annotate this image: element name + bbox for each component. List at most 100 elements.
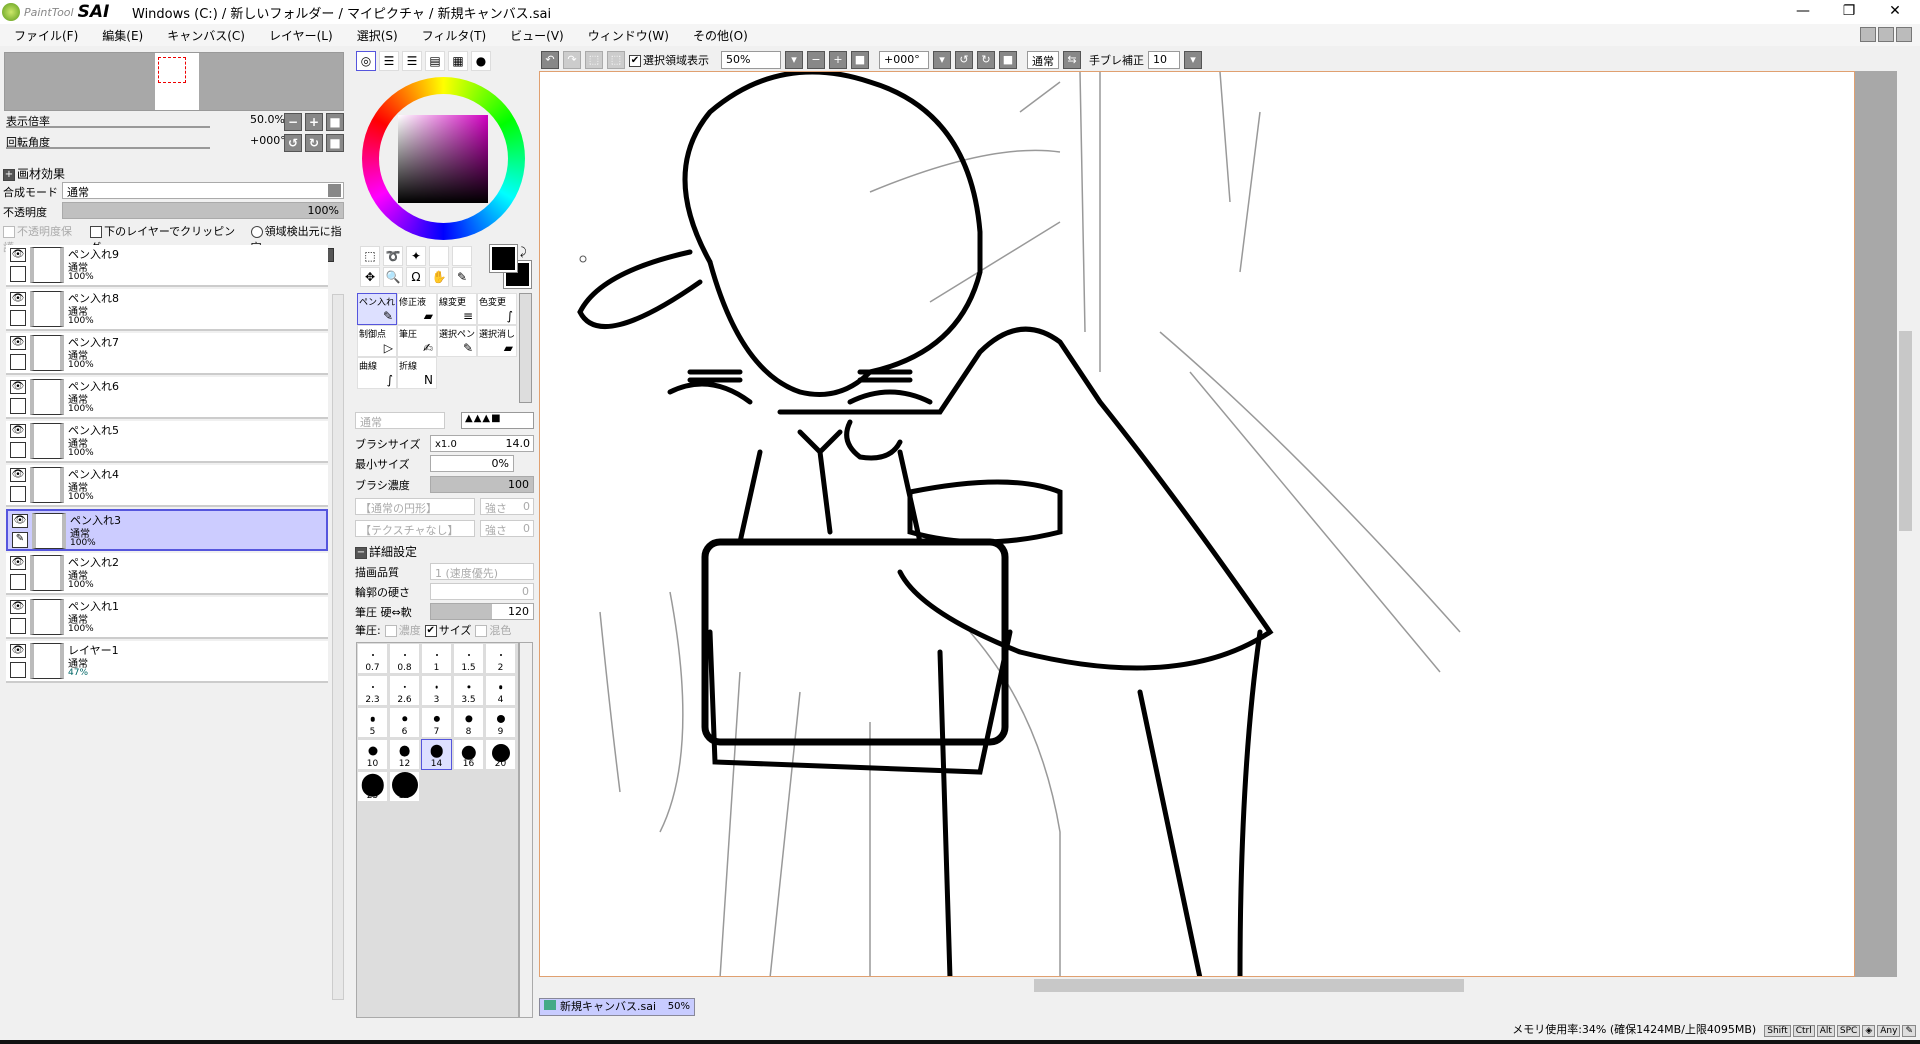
rotate-slider[interactable]	[6, 147, 210, 149]
brush-slot[interactable]: 選択ペン ✎	[437, 325, 477, 357]
close-button[interactable]: ✕	[1872, 0, 1918, 24]
pressure-slider[interactable]: 120	[430, 603, 534, 620]
mdi-minimize-button[interactable]	[1860, 27, 1876, 42]
color-wheel-tab[interactable]: ◎	[356, 51, 376, 71]
lock-toggle[interactable]	[10, 398, 26, 414]
color-wheel[interactable]	[362, 77, 525, 240]
zoom-slider[interactable]	[6, 126, 210, 128]
palette-tab[interactable]: ●	[471, 51, 491, 71]
brush-size-cell[interactable]: 0.7	[357, 643, 388, 674]
brush-size-cell[interactable]: 6	[389, 707, 420, 738]
brush-size-cell[interactable]: 14	[421, 739, 452, 770]
lock-toggle[interactable]	[10, 574, 26, 590]
pressure-blend-checkbox[interactable]: 混色	[475, 622, 511, 638]
undo-button[interactable]: ↶	[541, 51, 559, 69]
brush-size-field[interactable]: x1.0 14.0	[430, 435, 534, 452]
brush-slot[interactable]: 選択消し ▰	[477, 325, 517, 357]
density-slider[interactable]: 100	[430, 476, 534, 493]
lasso-icon[interactable]: ➰	[383, 246, 403, 266]
brush-size-cell[interactable]: 3	[421, 675, 452, 706]
eye-icon[interactable]: 👁	[10, 556, 26, 570]
redo-button[interactable]: ↷	[563, 51, 581, 69]
brush-size-cell[interactable]: 0.8	[389, 643, 420, 674]
size-grid-scrollbar[interactable]	[519, 642, 533, 1018]
toolbar-rotate-reset-button[interactable]: ■	[999, 51, 1017, 69]
brush-size-cell[interactable]: 4	[485, 675, 516, 706]
eye-icon[interactable]: 👁	[10, 336, 26, 350]
lock-toggle[interactable]	[10, 354, 26, 370]
brush-size-cell[interactable]: 16	[453, 739, 484, 770]
menu-select[interactable]: 選択(S)	[357, 27, 398, 44]
layer-item[interactable]: 👁 ペン入れ7 通常 100%	[6, 333, 328, 375]
layer-item[interactable]: 👁 ✎ ペン入れ3 通常 100%	[6, 509, 328, 551]
foreground-color[interactable]	[489, 244, 518, 273]
pressure-size-checkbox[interactable]: ✔ サイズ	[424, 622, 471, 638]
edge-field[interactable]: 0	[430, 583, 534, 600]
layer-item[interactable]: 👁 ペン入れ1 通常 100%	[6, 597, 328, 639]
menu-window[interactable]: ウィンドウ(W)	[588, 27, 669, 44]
lock-toggle[interactable]	[10, 618, 26, 634]
rotate-select[interactable]: +000°	[879, 51, 929, 69]
rotate-left-button[interactable]: ↺	[284, 134, 302, 152]
layer-item[interactable]: 👁 レイヤー1 通常 47%	[6, 641, 328, 683]
eye-icon[interactable]: 👁	[10, 424, 26, 438]
detail-toggle[interactable]: − 詳細設定	[355, 543, 417, 560]
mdi-restore-button[interactable]	[1878, 27, 1894, 42]
rotate-right-button[interactable]: ↻	[305, 134, 323, 152]
eye-icon[interactable]: 👁	[10, 468, 26, 482]
toolbar-zoom-out-button[interactable]: −	[807, 51, 825, 69]
menu-view[interactable]: ビュー(V)	[510, 27, 564, 44]
brush-slot[interactable]: 折線 N	[397, 357, 437, 389]
brush-size-cell[interactable]: 30	[389, 771, 420, 802]
zoom-select[interactable]: 50%	[721, 51, 781, 69]
texture-strength-field[interactable]: 強さ 0	[480, 520, 534, 537]
brush-size-cell[interactable]: 5	[357, 707, 388, 738]
layer-item[interactable]: 👁 ペン入れ4 通常 100%	[6, 465, 328, 507]
hsv-slider-tab[interactable]: ☰	[402, 51, 422, 71]
brush-size-cell[interactable]: 1	[421, 643, 452, 674]
brush-shape-tips[interactable]: ▲▲▲■	[461, 412, 534, 429]
zoom-out-button[interactable]: −	[284, 113, 302, 131]
brush-size-cell[interactable]: 10	[357, 739, 388, 770]
texture-select[interactable]: 【テクスチャなし】	[355, 520, 475, 537]
mdi-close-button[interactable]	[1896, 27, 1912, 42]
flip-horizontal-button[interactable]: ⇆	[1063, 51, 1081, 69]
layer-item[interactable]: 👁 ペン入れ6 通常 100%	[6, 377, 328, 419]
scratchpad-tab[interactable]: ▦	[448, 51, 468, 71]
drawing-canvas[interactable]	[539, 71, 1855, 977]
lock-toggle[interactable]	[10, 442, 26, 458]
rotate-dropdown-icon[interactable]: ▾	[933, 51, 951, 69]
eye-icon[interactable]: 👁	[10, 600, 26, 614]
zoom-icon[interactable]: 🔍	[383, 267, 403, 287]
pressure-density-checkbox[interactable]: 濃度	[384, 622, 421, 638]
restore-button[interactable]: ❐	[1826, 0, 1872, 24]
min-size-field[interactable]: 0%	[430, 455, 514, 472]
rotate-reset-button[interactable]: ■	[326, 134, 344, 152]
brush-size-cell[interactable]: 9	[485, 707, 516, 738]
toolbar-rotate-right-button[interactable]: ↻	[977, 51, 995, 69]
lock-toggle[interactable]	[10, 662, 26, 678]
saturation-value-square[interactable]	[398, 115, 488, 203]
brush-blend-select[interactable]: 通常	[355, 412, 445, 429]
menu-file[interactable]: ファイル(F)	[14, 27, 78, 44]
zoom-in-button[interactable]: +	[305, 113, 323, 131]
brush-slot[interactable]: 曲線 ∫	[357, 357, 397, 389]
lock-toggle[interactable]	[10, 266, 26, 282]
blend-mode-select[interactable]: 通常	[62, 182, 344, 199]
menu-edit[interactable]: 編集(E)	[102, 27, 143, 44]
quality-select[interactable]: 1 (速度優先)	[430, 563, 534, 580]
document-tab[interactable]: 新規キャンバス.sai 50%	[539, 998, 695, 1016]
brush-size-cell[interactable]: 2.3	[357, 675, 388, 706]
toolbar-zoom-in-button[interactable]: +	[829, 51, 847, 69]
brush-size-cell[interactable]: 1.5	[453, 643, 484, 674]
brush-size-cell[interactable]: 2	[485, 643, 516, 674]
navigator-preview[interactable]	[4, 52, 344, 111]
stabilizer-dropdown-icon[interactable]: ▾	[1184, 51, 1202, 69]
effects-toggle[interactable]: + 画材効果	[3, 165, 65, 182]
deselect-button[interactable]: ⬚	[585, 51, 603, 69]
shape-strength-field[interactable]: 強さ 0	[480, 498, 534, 515]
rect-select-icon[interactable]: ⬚	[360, 246, 380, 266]
toolbar-rotate-left-button[interactable]: ↺	[955, 51, 973, 69]
menu-canvas[interactable]: キャンバス(C)	[167, 27, 245, 44]
brush-slot[interactable]: 線変更 ≡	[437, 293, 477, 325]
